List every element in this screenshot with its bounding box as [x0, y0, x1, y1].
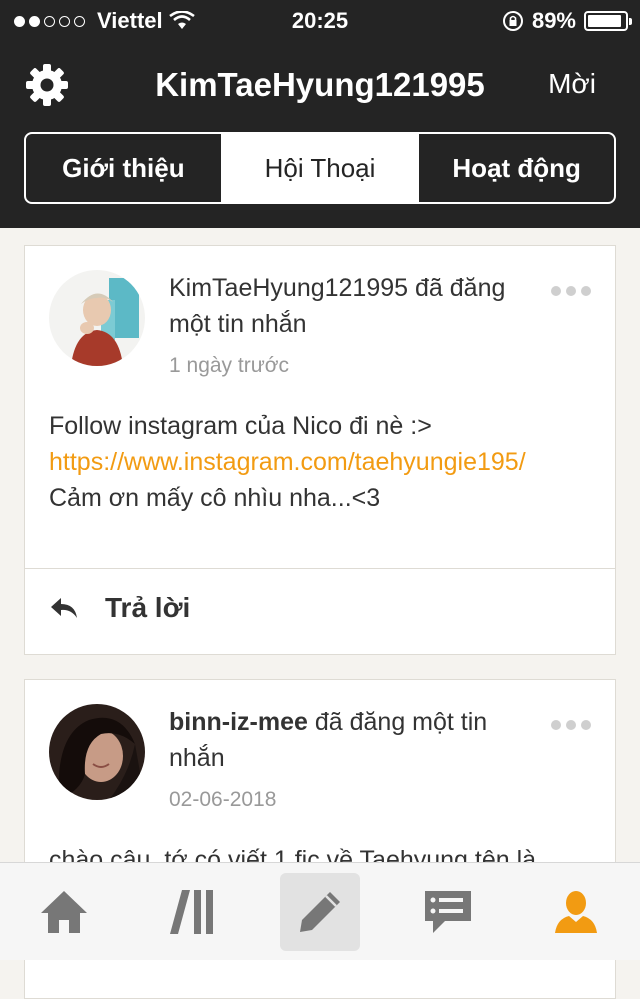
divider — [25, 568, 615, 569]
bottom-tab-bar — [0, 862, 640, 960]
tab-messages[interactable] — [408, 873, 488, 951]
post-time: 1 ngày trước — [169, 354, 290, 377]
post-header: KimTaeHyung121995 đã đăng một tin nhắn 1… — [169, 270, 545, 384]
avatar[interactable] — [49, 270, 145, 366]
more-options-icon[interactable] — [551, 286, 591, 296]
rotation-lock-icon — [502, 11, 523, 31]
reply-button[interactable]: Trả lời — [49, 592, 190, 624]
post-header: binn-iz-mee đã đăng một tin nhắn 02-06-2… — [169, 704, 545, 818]
tab-about[interactable]: Giới thiệu — [26, 134, 223, 202]
page-title: KimTaeHyung121995 — [155, 66, 485, 103]
tab-home[interactable] — [24, 873, 104, 951]
tab-profile[interactable] — [536, 873, 616, 951]
post-card: KimTaeHyung121995 đã đăng một tin nhắn 1… — [24, 245, 616, 655]
post-body: Follow instagram của Nico đi nè :> https… — [49, 408, 591, 516]
avatar[interactable] — [49, 704, 145, 800]
post-time: 02-06-2018 — [169, 788, 277, 811]
profile-icon — [555, 891, 597, 933]
author-name[interactable]: KimTaeHyung121995 — [169, 274, 408, 302]
post-text-line: Follow instagram của Nico đi nè :> — [49, 412, 432, 440]
status-bar: Viettel 20:25 89% — [0, 0, 640, 40]
invite-button[interactable]: Mời — [548, 68, 596, 100]
messages-icon — [425, 891, 471, 933]
write-icon — [300, 892, 340, 932]
app-header: Viettel 20:25 89% KimTaeHyung121995 Mời … — [0, 0, 640, 228]
library-icon — [170, 890, 213, 934]
home-icon — [41, 891, 87, 933]
segmented-tabs: Giới thiệu Hội Thoại Hoạt động — [24, 132, 616, 204]
nav-bar: KimTaeHyung121995 Mời — [0, 48, 640, 124]
battery-icon — [584, 11, 632, 31]
tab-conversation[interactable]: Hội Thoại — [222, 134, 420, 202]
post-link[interactable]: https://www.instagram.com/taehyungie195/ — [49, 444, 591, 480]
tab-library[interactable] — [152, 873, 232, 951]
author-name[interactable]: binn-iz-mee — [169, 708, 308, 736]
reply-icon — [51, 598, 77, 618]
tab-write[interactable] — [280, 873, 360, 951]
battery-percent: 89% — [531, 8, 576, 33]
tab-activity[interactable]: Hoạt động — [419, 134, 614, 202]
more-options-icon[interactable] — [551, 720, 591, 730]
post-text-line: Cảm ơn mấy cô nhìu nha...<3 — [49, 484, 381, 512]
reply-label: Trả lời — [105, 592, 191, 623]
